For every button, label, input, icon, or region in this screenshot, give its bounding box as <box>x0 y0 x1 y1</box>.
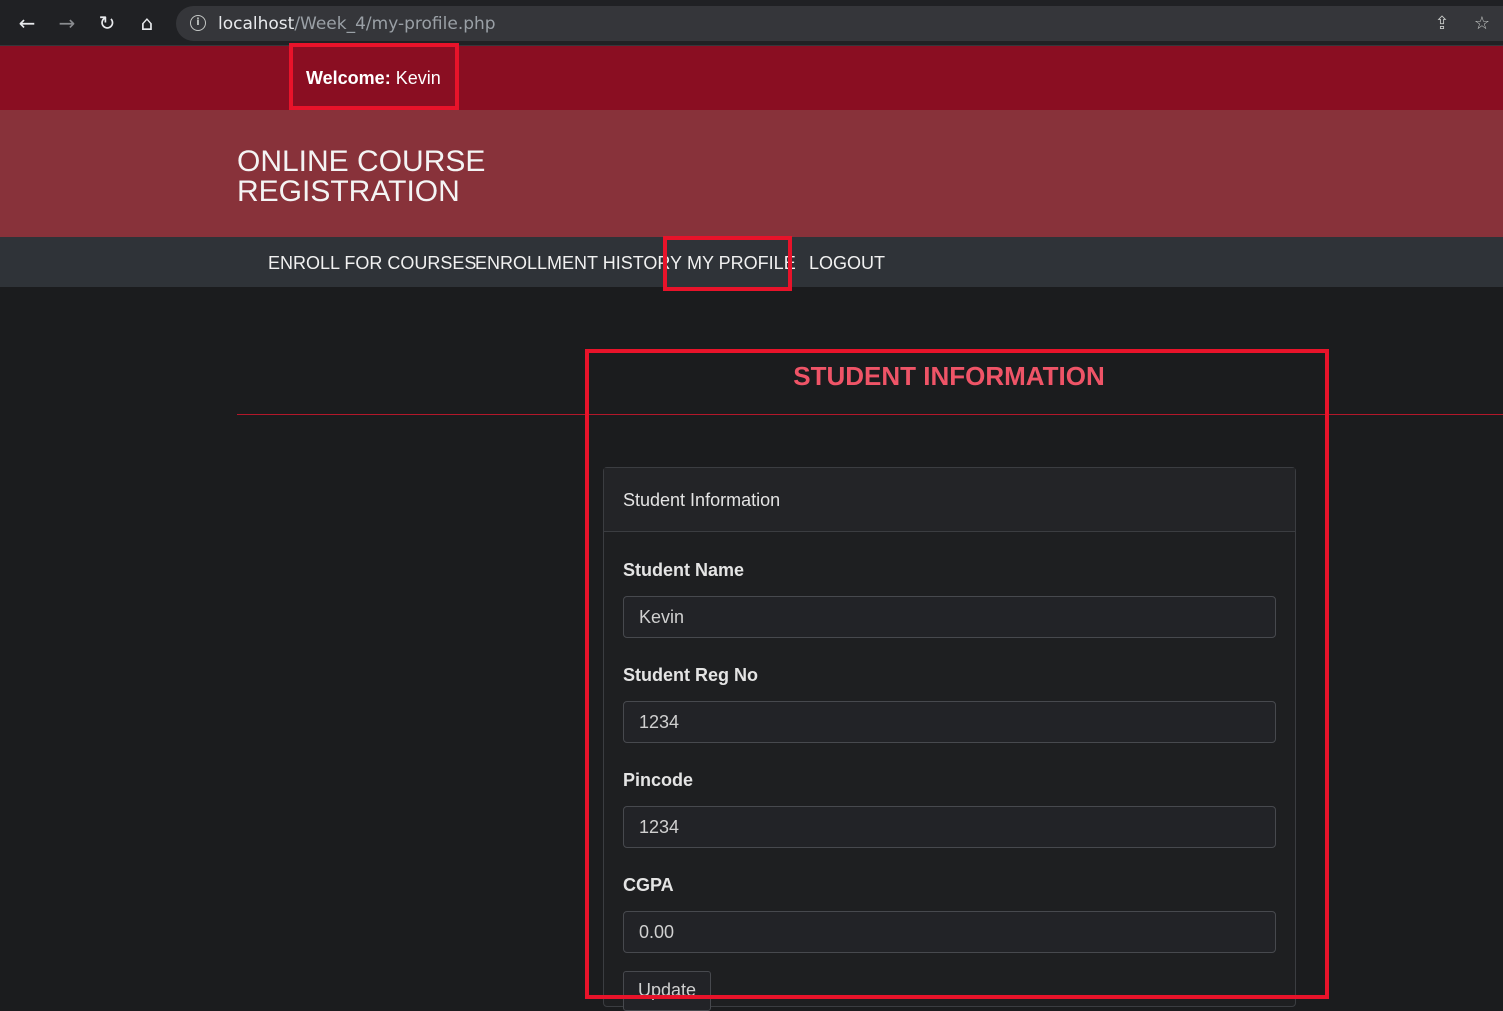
reload-icon[interactable]: ↻ <box>94 10 120 36</box>
highlight-box-my-profile <box>663 236 792 291</box>
highlight-box-welcome <box>289 43 459 110</box>
forward-icon[interactable]: → <box>54 10 80 36</box>
nav-logout[interactable]: LOGOUT <box>809 253 885 274</box>
address-bar[interactable]: i localhost/Week_4/my-profile.php ⇪ ☆ <box>176 6 1503 41</box>
url-host: localhost <box>218 14 295 34</box>
url-path: /Week_4/my-profile.php <box>294 14 496 34</box>
browser-toolbar: ← → ↻ ⌂ i localhost/Week_4/my-profile.ph… <box>0 0 1503 46</box>
nav-enroll-for-courses[interactable]: ENROLL FOR COURSES <box>268 253 476 274</box>
highlight-box-student-info <box>585 349 1329 999</box>
share-icon[interactable]: ⇪ <box>1430 12 1454 36</box>
nav-enrollment-history[interactable]: ENROLLMENT HISTORY <box>475 253 682 274</box>
back-icon[interactable]: ← <box>14 10 40 36</box>
url-text[interactable]: localhost/Week_4/my-profile.php <box>218 14 496 34</box>
site-info-icon[interactable]: i <box>190 15 206 31</box>
home-icon[interactable]: ⌂ <box>134 10 160 36</box>
welcome-bar: Welcome: Kevin <box>0 46 1503 110</box>
site-title: ONLINE COURSE REGISTRATION <box>237 145 486 208</box>
site-header: ONLINE COURSE REGISTRATION <box>0 110 1503 237</box>
bookmark-star-icon[interactable]: ☆ <box>1470 12 1494 36</box>
